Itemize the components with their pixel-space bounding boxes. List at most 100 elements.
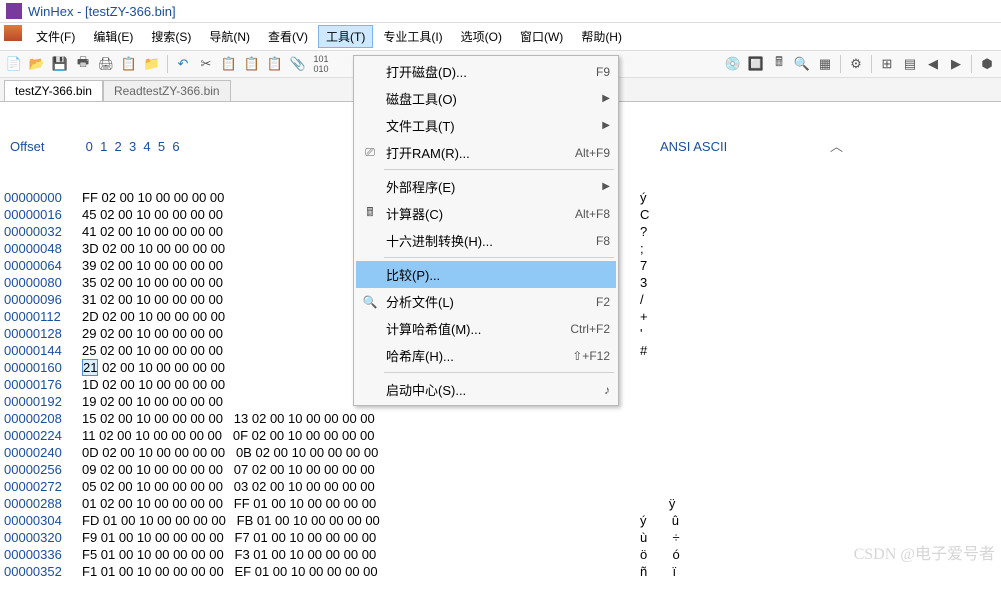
hex-bytes[interactable]: FF 02 00 10 00 00 00 00 bbox=[82, 189, 224, 206]
tool-options[interactable]: ⬢ bbox=[977, 54, 997, 74]
hex-bytes[interactable]: 31 02 00 10 00 00 00 00 bbox=[82, 291, 223, 308]
menu-工具T[interactable]: 工具(T) bbox=[318, 25, 373, 48]
hex-bytes[interactable]: 3D 02 00 10 00 00 00 00 bbox=[82, 240, 225, 257]
tool-chip[interactable]: 🔲 bbox=[746, 54, 766, 74]
hex-row[interactable]: 0000022411 02 00 10 00 00 00 00 0F 02 00… bbox=[4, 427, 1001, 444]
tool-grid[interactable]: ⊞ bbox=[877, 54, 897, 74]
hex-bytes[interactable]: 39 02 00 10 00 00 00 00 bbox=[82, 257, 223, 274]
tool-paste[interactable]: 📋 bbox=[242, 54, 262, 74]
ansi-text: ù ÷ bbox=[640, 529, 680, 546]
tool-paste2[interactable]: 📋 bbox=[265, 54, 285, 74]
hex-bytes[interactable]: 05 02 00 10 00 00 00 00 03 02 00 10 00 0… bbox=[82, 478, 375, 495]
hex-bytes[interactable]: F9 01 00 10 00 00 00 00 F7 01 00 10 00 0… bbox=[82, 529, 376, 546]
tool-save[interactable]: 💾 bbox=[50, 54, 70, 74]
ansi-header: ANSI ASCII bbox=[660, 138, 727, 155]
tab-0[interactable]: testZY-366.bin bbox=[4, 80, 103, 101]
tab-1[interactable]: ReadtestZY-366.bin bbox=[103, 80, 231, 101]
tool-open[interactable]: 📂 bbox=[27, 54, 47, 74]
menu-搜索S[interactable]: 搜索(S) bbox=[143, 25, 199, 48]
title-bar: WinHex - [testZY-366.bin] bbox=[0, 0, 1001, 23]
hex-row[interactable]: 0000020815 02 00 10 00 00 00 00 13 02 00… bbox=[4, 410, 1001, 427]
menu-文件F[interactable]: 文件(F) bbox=[28, 25, 83, 48]
hex-bytes[interactable]: 2D 02 00 10 00 00 00 00 bbox=[82, 308, 225, 325]
menu-item-外部程序E[interactable]: 外部程序(E)▶ bbox=[356, 173, 616, 200]
tool-calc[interactable]: 🖩 bbox=[769, 54, 789, 74]
menu-帮助H[interactable]: 帮助(H) bbox=[573, 25, 630, 48]
menu-label: 文件工具(T) bbox=[386, 116, 602, 135]
tool-new[interactable]: 📄 bbox=[4, 54, 24, 74]
menu-导航N[interactable]: 导航(N) bbox=[201, 25, 258, 48]
menu-label: 打开磁盘(D)... bbox=[386, 62, 596, 81]
menu-accelerator: Alt+F9 bbox=[575, 146, 610, 160]
hex-row[interactable]: 0000027205 02 00 10 00 00 00 00 03 02 00… bbox=[4, 478, 1001, 495]
tool-next[interactable]: ▶ bbox=[946, 54, 966, 74]
hex-bytes[interactable]: 19 02 00 10 00 00 00 00 bbox=[82, 393, 223, 410]
menu-编辑E[interactable]: 编辑(E) bbox=[85, 25, 141, 48]
tool-cut[interactable]: ✂ bbox=[196, 54, 216, 74]
tool-prop[interactable]: 📋 bbox=[119, 54, 139, 74]
hex-bytes[interactable]: 21 02 00 10 00 00 00 00 bbox=[82, 359, 225, 376]
hex-bytes[interactable]: 15 02 00 10 00 00 00 00 13 02 00 10 00 0… bbox=[82, 410, 375, 427]
tool-save2[interactable]: 🖶 bbox=[73, 54, 93, 74]
hex-bytes[interactable]: 1D 02 00 10 00 00 00 00 bbox=[82, 376, 225, 393]
scroll-up-icon[interactable]: ︿ bbox=[830, 138, 843, 155]
offset: 00000320 bbox=[4, 529, 82, 546]
menu-窗口W[interactable]: 窗口(W) bbox=[512, 25, 571, 48]
hex-bytes[interactable]: 41 02 00 10 00 00 00 00 bbox=[82, 223, 223, 240]
submenu-arrow-icon: ▶ bbox=[602, 120, 610, 131]
tool-disk[interactable]: 💿 bbox=[723, 54, 743, 74]
menu-item-计算器C[interactable]: 🖩计算器(C)Alt+F8 bbox=[356, 200, 616, 227]
hex-row[interactable]: 00000336F5 01 00 10 00 00 00 00 F3 01 00… bbox=[4, 546, 1001, 563]
hex-bytes[interactable]: 25 02 00 10 00 00 00 00 bbox=[82, 342, 223, 359]
menu-item-哈希库H[interactable]: 哈希库(H)...⇧+F12 bbox=[356, 342, 616, 369]
ansi-text: ö ó bbox=[640, 546, 680, 563]
hex-row[interactable]: 00000320F9 01 00 10 00 00 00 00 F7 01 00… bbox=[4, 529, 1001, 546]
menu-item-十六进制转换H[interactable]: 十六进制转换(H)...F8 bbox=[356, 227, 616, 254]
hex-row[interactable]: 0000025609 02 00 10 00 00 00 00 07 02 00… bbox=[4, 461, 1001, 478]
menu-item-计算哈希值M[interactable]: 计算哈希值(M)...Ctrl+F2 bbox=[356, 315, 616, 342]
offset: 00000224 bbox=[4, 427, 82, 444]
tool-layers[interactable]: ▤ bbox=[900, 54, 920, 74]
hex-bytes[interactable]: F5 01 00 10 00 00 00 00 F3 01 00 10 00 0… bbox=[82, 546, 376, 563]
menu-item-磁盘工具O[interactable]: 磁盘工具(O)▶ bbox=[356, 85, 616, 112]
tool-search[interactable]: 🔍 bbox=[792, 54, 812, 74]
tool-copy[interactable]: 📋 bbox=[219, 54, 239, 74]
hex-bytes[interactable]: F1 01 00 10 00 00 00 00 EF 01 00 10 00 0… bbox=[82, 563, 378, 580]
menu-查看V[interactable]: 查看(V) bbox=[260, 25, 316, 48]
tool-prev[interactable]: ◀ bbox=[923, 54, 943, 74]
tool-folder[interactable]: 📁 bbox=[142, 54, 162, 74]
menu-item-比较P[interactable]: 比较(P)... bbox=[356, 261, 616, 288]
tool-print[interactable]: 🖨 bbox=[96, 54, 116, 74]
menu-item-分析文件L[interactable]: 🔍分析文件(L)F2 bbox=[356, 288, 616, 315]
offset: 00000048 bbox=[4, 240, 82, 257]
hex-bytes[interactable]: 29 02 00 10 00 00 00 00 bbox=[82, 325, 223, 342]
hex-bytes[interactable]: FD 01 00 10 00 00 00 00 FB 01 00 10 00 0… bbox=[82, 512, 380, 529]
hex-row[interactable]: 000002400D 02 00 10 00 00 00 00 0B 02 00… bbox=[4, 444, 1001, 461]
menu-label: 计算器(C) bbox=[386, 204, 575, 223]
hex-bytes[interactable]: 0D 02 00 10 00 00 00 00 0B 02 00 10 00 0… bbox=[82, 444, 378, 461]
menu-accelerator: Ctrl+F2 bbox=[570, 322, 610, 336]
tool-undo[interactable]: ↶ bbox=[173, 54, 193, 74]
menu-选项O[interactable]: 选项(O) bbox=[453, 25, 510, 48]
menu-item-打开磁盘D[interactable]: 打开磁盘(D)...F9 bbox=[356, 58, 616, 85]
tool-block[interactable]: ▦ bbox=[815, 54, 835, 74]
tool-gear[interactable]: ⚙ bbox=[846, 54, 866, 74]
offset: 00000160 bbox=[4, 359, 82, 376]
menu-item-文件工具T[interactable]: 文件工具(T)▶ bbox=[356, 112, 616, 139]
menu-item-打开RAMR[interactable]: ⎚打开RAM(R)...Alt+F9 bbox=[356, 139, 616, 166]
offset: 00000176 bbox=[4, 376, 82, 393]
menu-专业工具I[interactable]: 专业工具(I) bbox=[375, 25, 450, 48]
menu-item-启动中心S[interactable]: 启动中心(S)...♪ bbox=[356, 376, 616, 403]
offset: 00000336 bbox=[4, 546, 82, 563]
hex-bytes[interactable]: 11 02 00 10 00 00 00 00 0F 02 00 10 00 0… bbox=[82, 427, 375, 444]
hex-bytes[interactable]: 45 02 00 10 00 00 00 00 bbox=[82, 206, 223, 223]
hex-bytes[interactable]: 01 02 00 10 00 00 00 00 FF 01 00 10 00 0… bbox=[82, 495, 376, 512]
hex-row[interactable]: 00000304FD 01 00 10 00 00 00 00 FB 01 00… bbox=[4, 512, 1001, 529]
hex-row[interactable]: 0000028801 02 00 10 00 00 00 00 FF 01 00… bbox=[4, 495, 1001, 512]
hex-bytes[interactable]: 35 02 00 10 00 00 00 00 bbox=[82, 274, 223, 291]
ansi-text: C bbox=[640, 206, 649, 223]
hex-bytes[interactable]: 09 02 00 10 00 00 00 00 07 02 00 10 00 0… bbox=[82, 461, 375, 478]
tool-binary[interactable]: 101010 bbox=[311, 54, 331, 74]
hex-row[interactable]: 00000352F1 01 00 10 00 00 00 00 EF 01 00… bbox=[4, 563, 1001, 580]
tool-clip[interactable]: 📎 bbox=[288, 54, 308, 74]
